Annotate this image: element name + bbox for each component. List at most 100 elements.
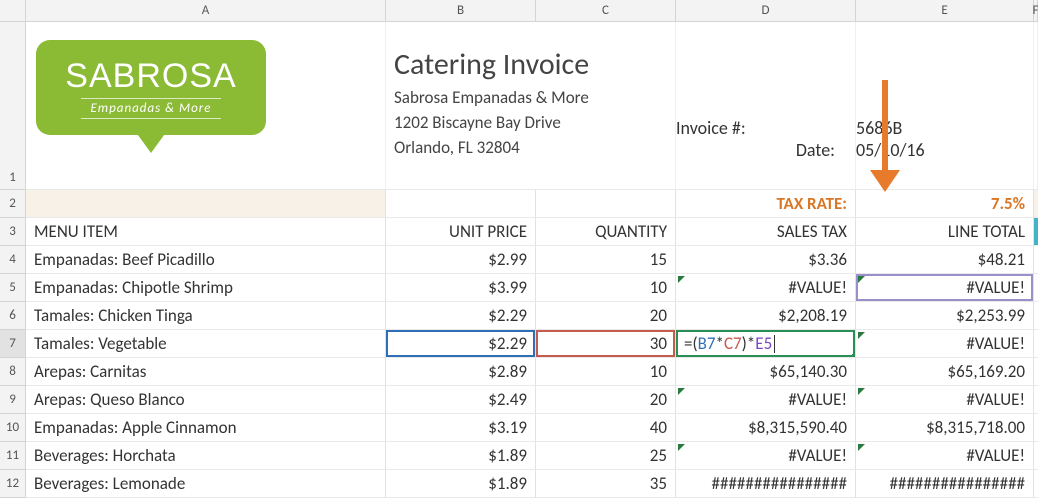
- logo-text: SABROSA: [65, 57, 236, 96]
- col-header-A[interactable]: A: [26, 0, 386, 22]
- cell-F7[interactable]: [1034, 330, 1038, 358]
- date-value: 05/10/16: [856, 139, 1033, 161]
- cell-B8[interactable]: $2.89: [386, 358, 536, 386]
- invoice-header-area: SABROSA Empanadas & More Catering Invoic…: [26, 22, 1038, 190]
- cell-E11[interactable]: #VALUE!: [856, 442, 1034, 470]
- address-line-2: Orlando, FL 32804: [394, 137, 675, 158]
- cell-A6[interactable]: Tamales: Chicken Tinga: [26, 302, 386, 330]
- formula-text: =(B7*C7)*E5: [684, 333, 772, 354]
- row-header-3[interactable]: 3: [0, 218, 26, 246]
- row-header-7[interactable]: 7: [0, 330, 26, 358]
- cell-F8[interactable]: [1034, 358, 1038, 386]
- col-header-C[interactable]: C: [536, 0, 676, 22]
- cell-A4[interactable]: Empanadas: Beef Picadillo: [26, 246, 386, 274]
- col-line-total[interactable]: LINE TOTAL: [856, 218, 1034, 246]
- cell-D9[interactable]: #VALUE!: [676, 386, 856, 414]
- cell-C8[interactable]: 10: [536, 358, 676, 386]
- cell-F12[interactable]: [1034, 470, 1038, 498]
- cell-C10[interactable]: 40: [536, 414, 676, 442]
- cell-B2[interactable]: [386, 190, 536, 218]
- row-header-2[interactable]: 2: [0, 190, 26, 218]
- cell-D11[interactable]: #VALUE!: [676, 442, 856, 470]
- cell-E10[interactable]: $8,315,718.00: [856, 414, 1034, 442]
- cell-C4[interactable]: 15: [536, 246, 676, 274]
- row-header-6[interactable]: 6: [0, 302, 26, 330]
- cell-B6[interactable]: $2.29: [386, 302, 536, 330]
- logo-tagline: Empanadas & More: [81, 98, 222, 119]
- cell-A10[interactable]: Empanadas: Apple Cinnamon: [26, 414, 386, 442]
- row-header-5[interactable]: 5: [0, 274, 26, 302]
- row-header-8[interactable]: 8: [0, 358, 26, 386]
- cell-D10[interactable]: $8,315,590.40: [676, 414, 856, 442]
- col-unit-price[interactable]: UNIT PRICE: [386, 218, 536, 246]
- select-all-corner[interactable]: [0, 0, 26, 22]
- cell-C6[interactable]: 20: [536, 302, 676, 330]
- address-line-1: 1202 Biscayne Bay Drive: [394, 112, 675, 133]
- cell-A11[interactable]: Beverages: Horchata: [26, 442, 386, 470]
- cell-F2[interactable]: [1034, 190, 1038, 218]
- cell-C11[interactable]: 25: [536, 442, 676, 470]
- row-header-1[interactable]: 1: [0, 22, 26, 190]
- company-name: Sabrosa Empanadas & More: [394, 87, 675, 108]
- cell-F5[interactable]: [1034, 274, 1038, 302]
- cell-B10[interactable]: $3.19: [386, 414, 536, 442]
- cell-C5[interactable]: 10: [536, 274, 676, 302]
- row-header-11[interactable]: 11: [0, 442, 26, 470]
- cell-B12[interactable]: $1.89: [386, 470, 536, 498]
- cell-B5[interactable]: $3.99: [386, 274, 536, 302]
- cell-E8[interactable]: $65,169.20: [856, 358, 1034, 386]
- cell-D4[interactable]: $3.36: [676, 246, 856, 274]
- cell-A8[interactable]: Arepas: Carnitas: [26, 358, 386, 386]
- date-label: Date:: [676, 139, 855, 161]
- cell-D7-editing[interactable]: =(B7*C7)*E5: [676, 330, 856, 358]
- cell-E12[interactable]: ################: [856, 470, 1034, 498]
- tax-rate-value[interactable]: 7.5%: [856, 190, 1034, 218]
- spreadsheet-grid[interactable]: A B C D E F 1 SABROSA Empanadas & More C…: [0, 0, 1038, 498]
- cell-C7[interactable]: 30: [536, 330, 676, 358]
- col-header-D[interactable]: D: [676, 0, 856, 22]
- cell-F4[interactable]: [1034, 246, 1038, 274]
- col-header-B[interactable]: B: [386, 0, 536, 22]
- cell-F9[interactable]: [1034, 386, 1038, 414]
- row-header-4[interactable]: 4: [0, 246, 26, 274]
- logo: SABROSA Empanadas & More: [36, 40, 266, 150]
- cell-D8[interactable]: $65,140.30: [676, 358, 856, 386]
- text-cursor-icon: [774, 335, 775, 353]
- cell-D6[interactable]: $2,208.19: [676, 302, 856, 330]
- invoice-no-label: Invoice #:: [676, 117, 855, 139]
- cell-C2[interactable]: [536, 190, 676, 218]
- cell-A12[interactable]: Beverages: Lemonade: [26, 470, 386, 498]
- cell-D5[interactable]: #VALUE!: [676, 274, 856, 302]
- cell-E5[interactable]: #VALUE!: [856, 274, 1034, 302]
- cell-E7[interactable]: #VALUE!: [856, 330, 1034, 358]
- tax-rate-label[interactable]: TAX RATE:: [676, 190, 856, 218]
- row-header-10[interactable]: 10: [0, 414, 26, 442]
- cell-F6[interactable]: [1034, 302, 1038, 330]
- col-menu-item[interactable]: MENU ITEM: [26, 218, 386, 246]
- row-header-12[interactable]: 12: [0, 470, 26, 498]
- col-quantity[interactable]: QUANTITY: [536, 218, 676, 246]
- cell-A9[interactable]: Arepas: Queso Blanco: [26, 386, 386, 414]
- cell-A2[interactable]: [26, 190, 386, 218]
- cell-F10[interactable]: [1034, 414, 1038, 442]
- row-header-9[interactable]: 9: [0, 386, 26, 414]
- col-header-F[interactable]: F: [1034, 0, 1038, 22]
- cell-B4[interactable]: $2.99: [386, 246, 536, 274]
- col-sales-tax[interactable]: SALES TAX: [676, 218, 856, 246]
- cell-E4[interactable]: $48.21: [856, 246, 1034, 274]
- invoice-no-value: 5686B: [856, 117, 1033, 139]
- cell-A7[interactable]: Tamales: Vegetable: [26, 330, 386, 358]
- cell-B7[interactable]: $2.29: [386, 330, 536, 358]
- cell-A5[interactable]: Empanadas: Chipotle Shrimp: [26, 274, 386, 302]
- cell-B9[interactable]: $2.49: [386, 386, 536, 414]
- cell-B11[interactable]: $1.89: [386, 442, 536, 470]
- cell-F3[interactable]: [1034, 218, 1038, 246]
- page-title: Catering Invoice: [394, 46, 675, 83]
- cell-E9[interactable]: #VALUE!: [856, 386, 1034, 414]
- cell-E6[interactable]: $2,253.99: [856, 302, 1034, 330]
- cell-D12[interactable]: ################: [676, 470, 856, 498]
- cell-C9[interactable]: 20: [536, 386, 676, 414]
- cell-F11[interactable]: [1034, 442, 1038, 470]
- col-header-E[interactable]: E: [856, 0, 1034, 22]
- cell-C12[interactable]: 35: [536, 470, 676, 498]
